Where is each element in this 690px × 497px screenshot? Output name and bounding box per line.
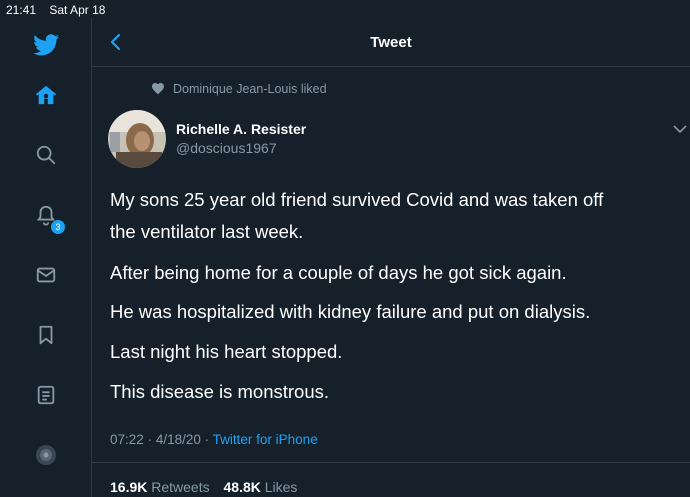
author-handle[interactable]: @doscious1967: [176, 140, 277, 156]
retweets-label: Retweets: [151, 479, 210, 495]
author-avatar[interactable]: [108, 110, 166, 168]
status-date: Sat Apr 18: [49, 3, 106, 17]
tweet-line: After being home for a couple of days he…: [110, 262, 567, 283]
tweet-time: 07:22: [110, 432, 144, 447]
retweets-stat[interactable]: 16.9K Retweets: [110, 479, 220, 495]
tweet-client-link[interactable]: Twitter for iPhone: [213, 432, 318, 447]
bookmarks-icon[interactable]: [33, 322, 59, 348]
profile-icon[interactable]: [33, 442, 59, 468]
status-bar: 21:41 Sat Apr 18: [6, 3, 115, 17]
tweet-line: He was hospitalized with kidney failure …: [110, 301, 591, 322]
tweet-line: My sons 25 year old friend survived Covi…: [110, 189, 604, 210]
tweet-line: the ventilator last week.: [110, 221, 304, 242]
retweets-count: 16.9K: [110, 479, 148, 495]
page-title: Tweet: [370, 34, 412, 51]
heart-icon: [152, 83, 164, 95]
meta-separator: ·: [204, 432, 210, 447]
chevron-down-icon: [673, 125, 687, 134]
author-name[interactable]: Richelle A. Resister: [176, 121, 306, 137]
messages-icon[interactable]: [33, 262, 59, 288]
tweet-header: Tweet: [92, 18, 690, 67]
social-context: Dominique Jean-Louis liked: [152, 82, 327, 96]
social-context-label: Dominique Jean-Louis liked: [173, 82, 327, 96]
status-time: 21:41: [6, 3, 37, 17]
twitter-logo-icon[interactable]: [33, 32, 59, 58]
tweet-date: 4/18/20: [155, 432, 201, 447]
likes-stat[interactable]: 48.8K Likes: [224, 479, 298, 495]
tweet-stats: 16.9K Retweets 48.8K Likes: [110, 479, 297, 495]
likes-label: Likes: [264, 479, 298, 495]
tweet-line: Last night his heart stopped.: [110, 341, 343, 362]
home-icon[interactable]: [33, 82, 59, 108]
meta-separator: ·: [147, 432, 153, 447]
sidebar-nav: 3: [0, 18, 92, 497]
lists-icon[interactable]: [33, 382, 59, 408]
search-icon[interactable]: [33, 142, 59, 168]
tweet-line: This disease is monstrous.: [110, 381, 330, 402]
divider: [92, 462, 690, 463]
likes-count: 48.8K: [223, 479, 261, 495]
more-options-button[interactable]: [672, 122, 688, 134]
notification-badge: 3: [51, 220, 65, 234]
tweet-meta: 07:22 · 4/18/20 · Twitter for iPhone: [110, 432, 318, 447]
